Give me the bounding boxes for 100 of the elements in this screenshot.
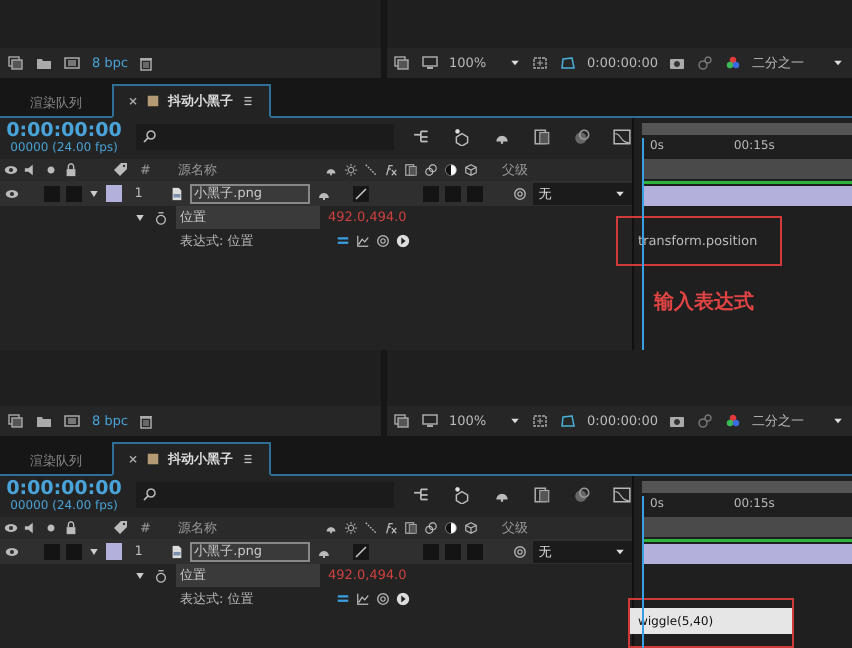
adjustment-layer-icon: [444, 521, 458, 535]
switch-box[interactable]: [44, 544, 60, 560]
close-icon[interactable]: ×: [128, 452, 138, 466]
switch-box[interactable]: [423, 544, 439, 560]
parent-dropdown[interactable]: 无: [532, 540, 632, 562]
switch-box[interactable]: [466, 544, 483, 560]
adjustment-layer-icon: [444, 163, 458, 177]
column-header: 父级: [501, 520, 528, 537]
composition-icon[interactable]: [62, 55, 82, 71]
graph-editor-icon[interactable]: [612, 486, 632, 504]
switch-box[interactable]: [444, 544, 461, 560]
label-swatch[interactable]: [106, 543, 122, 560]
current-time[interactable]: 0:00:00:00: [6, 478, 122, 498]
bit-depth-toggle[interactable]: 8 bpc: [92, 56, 128, 70]
frame-rate: 00000 (24.00 fps): [10, 498, 118, 512]
layer-name[interactable]: 小黑子.png: [190, 184, 310, 204]
switch-box[interactable]: [466, 186, 483, 202]
search-field[interactable]: [136, 124, 394, 150]
resolution-dropdown[interactable]: 二分之一: [752, 54, 822, 72]
frame-blending-icon: [404, 163, 418, 177]
graph-icon[interactable]: [356, 592, 370, 606]
preview-icon[interactable]: [393, 413, 411, 429]
search-field[interactable]: [136, 482, 394, 508]
ruler-label: 0s: [650, 496, 664, 510]
switch-box[interactable]: [423, 186, 439, 202]
ruler-label: 00:15s: [734, 138, 775, 152]
column-header: 父级: [501, 162, 528, 179]
search-icon: [142, 487, 158, 503]
property-name: 位置: [176, 564, 320, 587]
quality-icon[interactable]: [353, 186, 370, 202]
tab-label: 抖动小黑子: [168, 451, 234, 468]
composition-icon: [146, 452, 160, 466]
stopwatch-icon[interactable]: [154, 210, 168, 224]
region-of-interest-icon[interactable]: [531, 413, 549, 429]
rings-icon[interactable]: [696, 413, 714, 429]
switch-box[interactable]: [44, 186, 60, 202]
pick-whip-icon[interactable]: [512, 544, 527, 558]
monitor-icon[interactable]: [421, 413, 439, 429]
collapse-icon: [344, 163, 358, 177]
collapse-icon: [344, 521, 358, 535]
3d-layer-icon: [464, 163, 478, 177]
region-of-interest-icon[interactable]: [531, 55, 549, 71]
column-header: #: [139, 162, 152, 178]
tab-label: 渲染队列: [30, 453, 82, 470]
zoom-dropdown[interactable]: 100%: [449, 56, 499, 70]
motion-blur-icon: [424, 521, 438, 535]
pick-whip-icon[interactable]: [512, 186, 527, 200]
panel-tab[interactable]: × 抖动小黑子: [112, 442, 272, 476]
preview-icon[interactable]: [393, 55, 411, 71]
viewer-timecode[interactable]: 0:00:00:00: [587, 56, 658, 70]
rings-icon[interactable]: [696, 55, 714, 71]
stopwatch-icon[interactable]: [154, 568, 168, 582]
graph-icon[interactable]: [356, 234, 370, 248]
close-icon[interactable]: ×: [128, 94, 138, 108]
column-header: #: [139, 520, 152, 536]
frame-blending-icon[interactable]: [532, 128, 552, 146]
panel-tab[interactable]: 渲染队列: [0, 88, 112, 118]
expression-label: 表达式: 位置: [180, 591, 255, 608]
mask-icon[interactable]: [559, 413, 577, 429]
language-menu-icon[interactable]: [396, 592, 410, 606]
trash-icon[interactable]: [138, 55, 154, 71]
frame-blending-icon[interactable]: [532, 486, 552, 504]
image-file-icon: [170, 544, 184, 560]
3d-layer-icon: [464, 521, 478, 535]
panel-tab[interactable]: × 抖动小黑子: [112, 84, 272, 118]
quality-icon[interactable]: [353, 544, 370, 560]
layer-number: 1: [133, 186, 144, 201]
column-header: 源名称: [177, 162, 218, 179]
composition-icon[interactable]: [62, 413, 82, 429]
zoom-dropdown[interactable]: 100%: [449, 414, 499, 428]
switch-box[interactable]: [66, 186, 82, 202]
panel-tab[interactable]: 渲染队列: [0, 446, 112, 476]
layer-name[interactable]: 小黑子.png: [190, 542, 310, 562]
ruler-label: 00:15s: [734, 496, 775, 510]
parent-dropdown[interactable]: 无: [532, 182, 632, 204]
eye-icon: [4, 521, 18, 535]
expression-label: 表达式: 位置: [180, 233, 255, 250]
lock-icon: [64, 521, 78, 535]
monitor-icon[interactable]: [421, 55, 439, 71]
pick-whip-icon[interactable]: [376, 234, 390, 248]
tab-label: 渲染队列: [30, 95, 82, 112]
language-menu-icon[interactable]: [396, 234, 410, 248]
switch-box[interactable]: [444, 186, 461, 202]
viewer-timecode[interactable]: 0:00:00:00: [587, 414, 658, 428]
frame-rate: 00000 (24.00 fps): [10, 140, 118, 154]
tab-label: 抖动小黑子: [168, 93, 234, 110]
bit-depth-toggle[interactable]: 8 bpc: [92, 414, 128, 428]
lock-icon: [64, 163, 78, 177]
resolution-dropdown[interactable]: 二分之一: [752, 412, 822, 430]
trash-icon[interactable]: [138, 413, 154, 429]
mask-icon[interactable]: [559, 55, 577, 71]
graph-editor-icon[interactable]: [612, 128, 632, 146]
label-swatch[interactable]: [106, 185, 122, 202]
quality-icon: [364, 163, 378, 177]
ruler-label: 0s: [650, 138, 664, 152]
search-icon: [142, 129, 158, 145]
motion-blur-icon: [424, 163, 438, 177]
switch-box[interactable]: [66, 544, 82, 560]
pick-whip-icon[interactable]: [376, 592, 390, 606]
current-time[interactable]: 0:00:00:00: [6, 120, 122, 140]
